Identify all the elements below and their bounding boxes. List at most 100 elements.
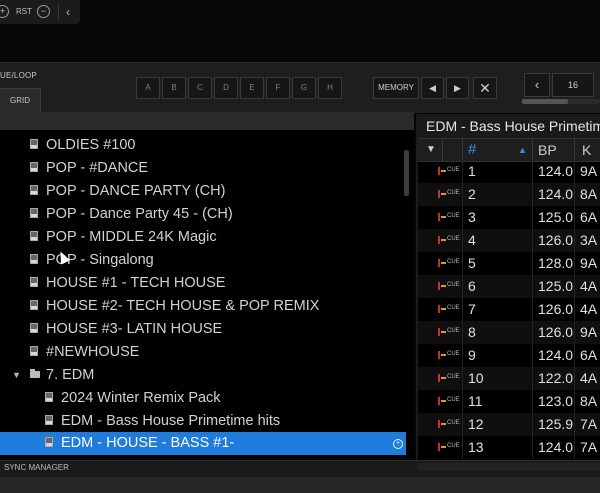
tree-item-label: HOUSE #3- LATIN HOUSE xyxy=(46,321,223,337)
hot-cue-pad-f[interactable]: F xyxy=(266,77,290,99)
track-bpm: 126.0 xyxy=(538,232,574,248)
tree-item[interactable]: HOUSE #2- TECH HOUSE & POP REMIX xyxy=(30,295,319,318)
tree-item[interactable]: POP - Singalong xyxy=(30,249,154,272)
cue-label: CUE xyxy=(447,167,460,173)
divider xyxy=(58,3,59,21)
header-divider xyxy=(574,139,575,161)
column-header-number[interactable]: # xyxy=(468,139,476,161)
zoom-level[interactable]: 16 xyxy=(552,73,594,97)
hot-cue-icon: CUE xyxy=(438,374,460,382)
sync-manager-tab[interactable]: SYNC MANAGER xyxy=(4,463,69,472)
tree-item[interactable]: HOUSE #1 - TECH HOUSE xyxy=(30,272,225,295)
add-circle-icon[interactable]: + xyxy=(0,5,9,18)
hot-cue-pad-a[interactable]: A xyxy=(136,77,160,99)
chevron-left-icon[interactable]: ‹ xyxy=(524,73,550,97)
cell-divider xyxy=(574,160,575,183)
track-number: 12 xyxy=(468,416,484,432)
column-header-bpm[interactable]: BP xyxy=(538,139,557,161)
cell-divider xyxy=(462,367,463,390)
tree-item[interactable]: POP - #DANCE xyxy=(30,157,148,180)
cue-label: CUE xyxy=(447,213,460,219)
cue-label: CUE xyxy=(447,236,460,242)
folder-icon xyxy=(30,369,40,378)
playlist-icon xyxy=(30,323,38,333)
playlist-icon xyxy=(30,277,38,287)
track-number: 2 xyxy=(468,186,476,202)
tree-folder-edm[interactable]: ▼ 7. EDM xyxy=(0,364,300,387)
track-number: 4 xyxy=(468,232,476,248)
tab-grid[interactable]: GRID xyxy=(0,88,41,114)
minus-circle-icon[interactable]: − xyxy=(37,5,50,18)
tree-item[interactable]: HOUSE #3- LATIN HOUSE xyxy=(30,318,222,341)
sort-ascending-icon[interactable]: ▲ xyxy=(518,139,527,161)
table-row[interactable]: CUE 10 122.0 4A xyxy=(418,367,600,390)
table-row[interactable]: CUE 2 124.0 8A xyxy=(418,183,600,206)
table-row[interactable]: CUE 13 124.0 7A xyxy=(418,436,600,459)
tree-item[interactable]: POP - Dance Party 45 - (CH) xyxy=(30,203,233,226)
track-number: 9 xyxy=(468,347,476,363)
reset-button[interactable]: RST xyxy=(16,3,32,21)
table-row[interactable]: CUE 5 128.0 9A xyxy=(418,252,600,275)
tree-scrollbar[interactable] xyxy=(404,150,409,196)
track-key: 6A xyxy=(580,209,598,225)
cell-divider xyxy=(462,298,463,321)
cell-divider xyxy=(574,183,575,206)
cue-label: CUE xyxy=(447,374,460,380)
zoom-slider-fill xyxy=(522,99,568,104)
table-row[interactable]: CUE 8 126.0 9A xyxy=(418,321,600,344)
hot-cue-pad-c[interactable]: C xyxy=(188,77,212,99)
hot-cue-icon: CUE xyxy=(438,305,460,313)
track-number: 5 xyxy=(468,255,476,271)
tree-item[interactable]: EDM - Bass House Primetime hits xyxy=(45,410,280,433)
list-horizontal-scrollbar[interactable] xyxy=(418,463,600,471)
close-icon[interactable]: ✕ xyxy=(473,77,497,99)
table-row[interactable]: CUE 3 125.0 6A xyxy=(418,206,600,229)
prev-cue-icon[interactable]: ◀ xyxy=(421,77,444,99)
cell-divider xyxy=(532,413,533,436)
filter-icon[interactable]: ▼ xyxy=(426,139,436,161)
add-to-playlist-icon[interactable]: + xyxy=(393,439,403,449)
track-bpm: 125.9 xyxy=(538,416,574,432)
cue-label: CUE xyxy=(447,443,460,449)
hot-cue-icon: CUE xyxy=(438,282,460,290)
track-key: 4A xyxy=(580,370,598,386)
cell-divider xyxy=(532,275,533,298)
track-key: 9A xyxy=(580,324,598,340)
tree-item-label: EDM - Bass House Primetime hits xyxy=(61,413,281,429)
cell-divider xyxy=(462,344,463,367)
tree-item[interactable]: POP - DANCE PARTY (CH) xyxy=(30,180,225,203)
playlist-icon xyxy=(45,392,53,402)
cue-label: CUE xyxy=(447,305,460,311)
chevron-down-icon[interactable]: ▼ xyxy=(12,364,21,387)
hot-cue-pad-e[interactable]: E xyxy=(240,77,264,99)
tree-item[interactable]: POP - MIDDLE 24K Magic xyxy=(30,226,217,249)
hot-cue-icon: CUE xyxy=(438,420,460,428)
next-cue-icon[interactable]: ▶ xyxy=(446,77,469,99)
hot-cue-pad-b[interactable]: B xyxy=(162,77,186,99)
tree-item-selected[interactable]: EDM - HOUSE - BASS #1- xyxy=(45,432,234,455)
hot-cue-icon: CUE xyxy=(438,397,460,405)
memory-button[interactable]: MEMORY xyxy=(373,77,419,99)
table-row[interactable]: CUE 11 123.0 8A xyxy=(418,390,600,413)
tree-item[interactable]: 2024 Winter Remix Pack xyxy=(45,387,221,410)
hot-cue-pad-g[interactable]: G xyxy=(292,77,316,99)
tree-item-label: EDM - HOUSE - BASS #1- xyxy=(61,435,235,451)
chevron-left-icon[interactable]: ‹ xyxy=(62,3,74,21)
column-header-key[interactable]: K xyxy=(582,139,591,161)
tree-item[interactable]: #NEWHOUSE xyxy=(30,341,139,364)
playlist-icon xyxy=(30,254,38,264)
cell-divider xyxy=(532,252,533,275)
hot-cue-pad-d[interactable]: D xyxy=(214,77,238,99)
table-row[interactable]: CUE 7 126.0 4A xyxy=(418,298,600,321)
table-row[interactable]: CUE 9 124.0 6A xyxy=(418,344,600,367)
table-row[interactable]: CUE 6 125.0 4A xyxy=(418,275,600,298)
tree-item[interactable]: OLDIES #100 xyxy=(30,134,135,157)
table-row[interactable]: CUE 12 125.9 7A xyxy=(418,413,600,436)
cell-divider xyxy=(532,229,533,252)
playlist-icon xyxy=(30,185,38,195)
zoom-slider[interactable] xyxy=(522,99,600,104)
hot-cue-pad-h[interactable]: H xyxy=(318,77,342,99)
table-row[interactable]: CUE 1 124.0 9A xyxy=(418,160,600,183)
table-row[interactable]: CUE 4 126.0 3A xyxy=(418,229,600,252)
cue-loop-mode-label[interactable]: UE/LOOP xyxy=(0,71,37,80)
